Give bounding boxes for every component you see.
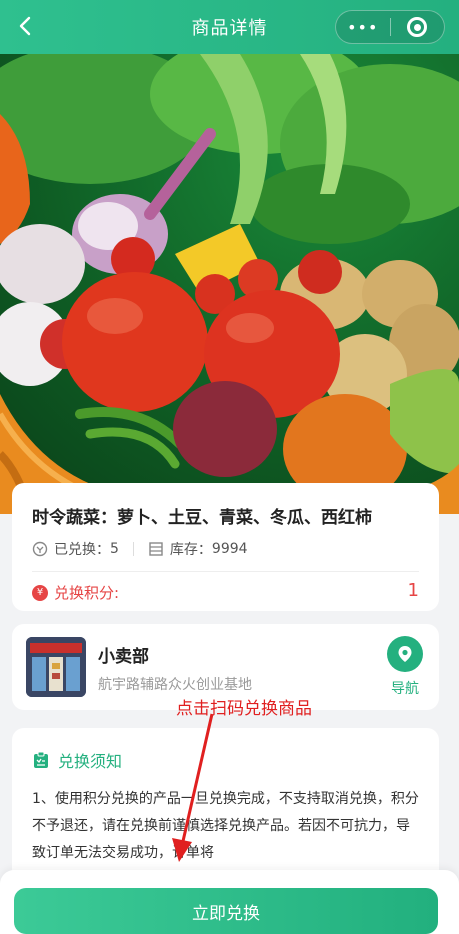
product-image (0, 54, 459, 514)
navigate-button[interactable]: 导航 (385, 636, 425, 698)
store-thumbnail (26, 637, 86, 697)
exchanged-count: 5 (110, 541, 119, 557)
product-stats: 已兑换： 5 库存： 9994 (32, 539, 248, 559)
navigate-label: 导航 (391, 681, 419, 697)
exchange-icon (32, 541, 48, 557)
back-icon[interactable] (14, 14, 38, 38)
store-name: 小卖部 (98, 647, 149, 667)
redeem-button[interactable]: 立即兑换 (14, 888, 438, 934)
store-address: 航宇路辅路众火创业基地 (98, 677, 252, 693)
location-pin-icon (387, 636, 423, 672)
vegetables-illustration (0, 54, 459, 514)
clipboard-icon (34, 751, 48, 768)
points-label: 兑换积分: (54, 584, 120, 602)
notice-title-text: 兑换须知 (58, 752, 123, 771)
close-capsule-button[interactable] (390, 17, 444, 37)
exchanged-label: 已兑换： (54, 542, 110, 558)
annotation-text: 点击扫码兑换商品 (176, 699, 312, 719)
yen-coin-icon: ¥ (32, 584, 48, 601)
bottom-action-bar: 立即兑换 (0, 870, 459, 934)
stock-label: 库存： (169, 542, 212, 558)
stats-divider (132, 542, 134, 556)
navbar: 商品详情 ••• (0, 0, 459, 54)
product-info-card: 时令蔬菜：萝卜、土豆、青菜、冬瓜、西红柿 已兑换： 5 库存： 9994 ¥ 兑… (12, 483, 439, 611)
product-title: 时令蔬菜：萝卜、土豆、青菜、冬瓜、西红柿 (32, 508, 372, 528)
target-icon (407, 17, 428, 37)
notice-title: 兑换须知 (32, 748, 122, 772)
more-icon[interactable]: ••• (336, 18, 390, 37)
divider (32, 571, 419, 572)
points-value: 1 (407, 580, 419, 601)
points-row: ¥ 兑换积分: (32, 582, 119, 603)
page-title: 商品详情 (191, 18, 268, 39)
mini-program-capsule: ••• (335, 10, 445, 44)
notice-body: 1、使用积分兑换的产品一旦兑换完成，不支持取消兑换，积分不予退还，请在兑换前谨慎… (32, 791, 419, 861)
stock-icon (149, 542, 163, 556)
stock-count: 9994 (211, 541, 248, 557)
